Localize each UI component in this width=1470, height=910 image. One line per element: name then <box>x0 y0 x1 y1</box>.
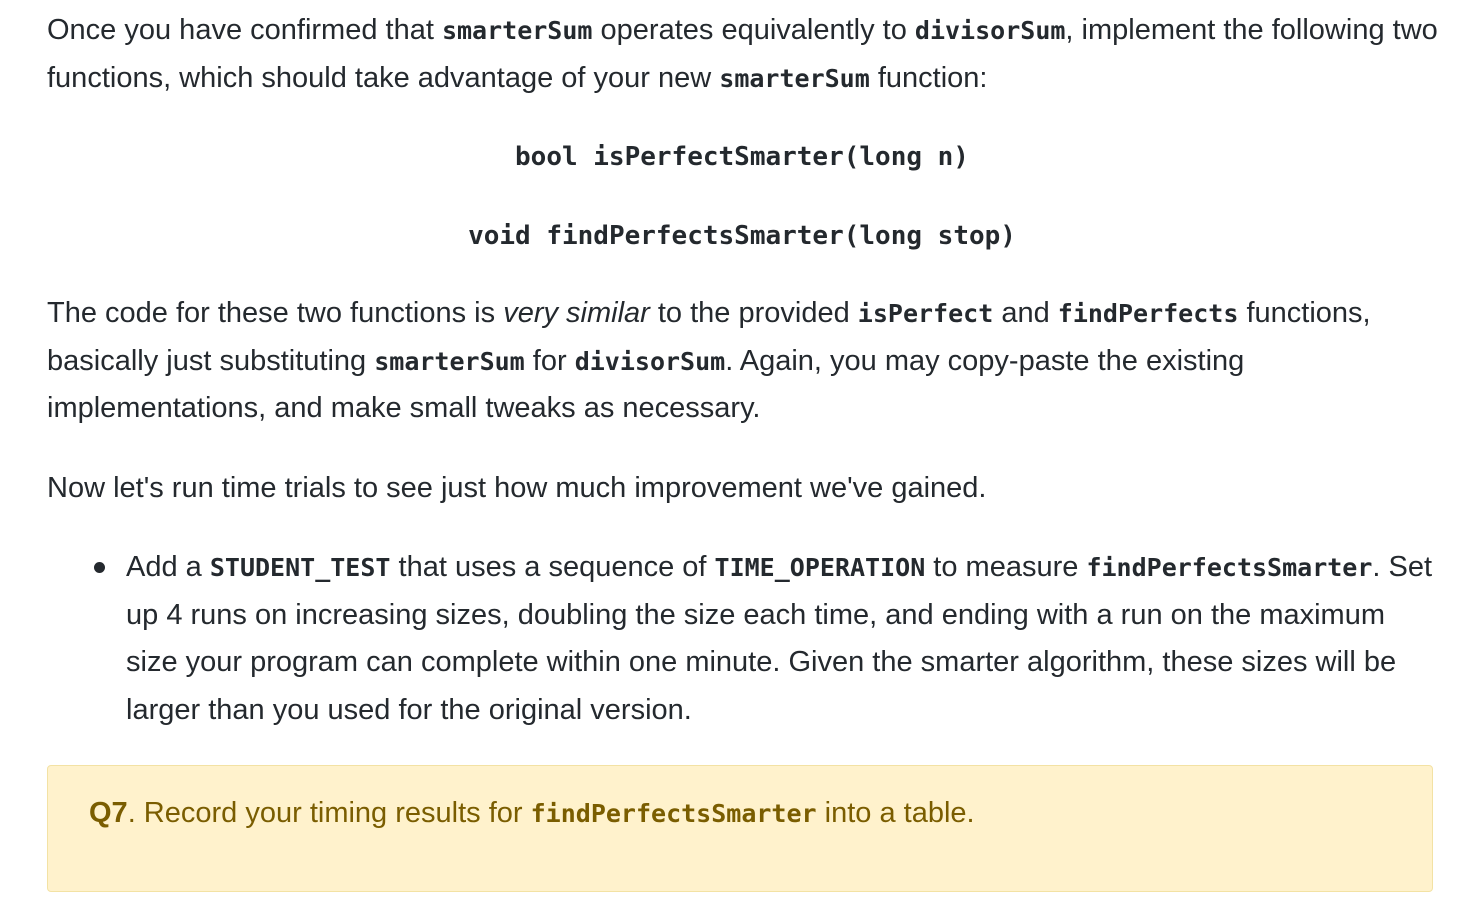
text: into a table. <box>816 797 975 829</box>
inline-code: findPerfectsSmarter <box>530 799 817 828</box>
list-item: Add a STUDENT_TEST that uses a sequence … <box>47 544 1437 734</box>
text: The code for these two functions is <box>47 297 504 329</box>
question-callout: Q7. Record your timing results for findP… <box>47 765 1433 892</box>
text: . Record your timing results for <box>127 797 531 829</box>
inline-code: TIME_OPERATION <box>714 553 926 582</box>
inline-code: smarterSum <box>441 16 593 45</box>
time-trials-paragraph: Now let's run time trials to see just ho… <box>47 472 987 504</box>
text: function: <box>869 61 988 94</box>
bullet-icon <box>94 562 105 573</box>
question-label: Q7 <box>89 797 128 829</box>
text: and <box>993 297 1058 329</box>
function-signature-is-perfect-smarter: bool isPerfectSmarter(long n) <box>515 142 969 172</box>
inline-code: findPerfects <box>1057 299 1239 328</box>
text: operates equivalently to <box>592 14 915 46</box>
explanation-paragraph: The code for these two functions is very… <box>47 290 1437 433</box>
inline-code: divisorSum <box>914 16 1066 45</box>
text: that uses a sequence of <box>390 551 715 583</box>
inline-code: divisorSum <box>574 346 726 376</box>
text: Add a <box>126 551 210 583</box>
function-signature-find-perfects-smarter: void findPerfectsSmarter(long stop) <box>468 221 1016 251</box>
text: to the provided <box>649 297 858 329</box>
inline-code: smarterSum <box>719 63 870 93</box>
inline-code: STUDENT_TEST <box>209 553 391 582</box>
emphasis-text: very similar <box>503 297 650 329</box>
text: for <box>524 344 575 377</box>
text: Once you have confirmed that <box>47 14 442 46</box>
text: to measure <box>925 551 1087 583</box>
inline-code: smarterSum <box>374 346 525 376</box>
intro-paragraph: Once you have confirmed that smarterSum … <box>47 7 1447 102</box>
question-text: Q7. Record your timing results for findP… <box>89 790 975 838</box>
inline-code: isPerfect <box>857 299 994 328</box>
inline-code: findPerfectsSmarter <box>1086 553 1373 582</box>
task-list: Add a STUDENT_TEST that uses a sequence … <box>47 544 1437 734</box>
